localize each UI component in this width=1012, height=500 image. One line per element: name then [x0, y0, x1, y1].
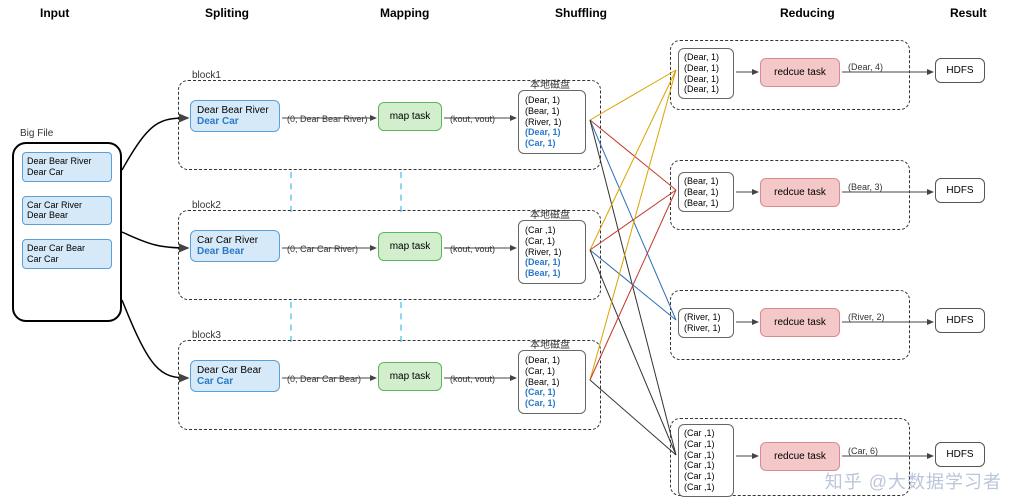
- bigfile-line-1: Car Car River Dear Bear: [22, 196, 112, 226]
- block1-disk-2: (River, 1): [525, 117, 579, 128]
- reducer1-in-0: (Dear, 1): [684, 52, 728, 63]
- reducer3-inputs: (River, 1) (River, 1): [678, 308, 734, 338]
- bigfile-title: Big File: [20, 128, 53, 139]
- block3-split-extra: Car Car: [197, 376, 273, 387]
- block3-disk-e0: (Car, 1): [525, 387, 579, 398]
- reducer4-in-3: (Car ,1): [684, 460, 728, 471]
- block1-disk-title: 本地磁盘: [530, 76, 570, 91]
- block1-disk-e1: (Car, 1): [525, 138, 579, 149]
- reducer4-hdfs: HDFS: [935, 442, 985, 467]
- block3-split-main: Dear Car Bear: [197, 365, 273, 376]
- block2-maptask: map task: [378, 232, 442, 261]
- reducer2-inputs: (Bear, 1) (Bear, 1) (Bear, 1): [678, 172, 734, 212]
- bigfile-line-0: Dear Bear River Dear Car: [22, 152, 112, 182]
- stage-result: Result: [950, 6, 987, 20]
- reducer3-in-0: (River, 1): [684, 312, 728, 323]
- block1-mapout: (kout, vout): [450, 114, 495, 124]
- reducer2-task: redcue task: [760, 178, 840, 207]
- block1-disk-1: (Bear, 1): [525, 106, 579, 117]
- reducer1-in-3: (Dear, 1): [684, 84, 728, 95]
- reducer2-in-1: (Bear, 1): [684, 187, 728, 198]
- block3-mapout: (kout, vout): [450, 374, 495, 384]
- block1-split-main: Dear Bear River: [197, 105, 273, 116]
- block3-disk-1: (Car, 1): [525, 366, 579, 377]
- stage-splitting: Spliting: [205, 6, 249, 20]
- block3-disk-0: (Dear, 1): [525, 355, 579, 366]
- block2-split-extra: Dear Bear: [197, 246, 273, 257]
- stage-reducing: Reducing: [780, 6, 835, 20]
- reducer4-in-0: (Car ,1): [684, 428, 728, 439]
- bigfile-box: Dear Bear River Dear Car Car Car River D…: [12, 142, 122, 322]
- reducer4-in-2: (Car ,1): [684, 450, 728, 461]
- stage-shuffling: Shuffling: [555, 6, 607, 20]
- block3-disk-e1: (Car, 1): [525, 398, 579, 409]
- reducer1-hdfs: HDFS: [935, 58, 985, 83]
- reducer1-in-2: (Dear, 1): [684, 74, 728, 85]
- block2-mapout: (kout, vout): [450, 244, 495, 254]
- reducer4-task: redcue task: [760, 442, 840, 471]
- block3-maptask: map task: [378, 362, 442, 391]
- block2-disk-e0: (Dear, 1): [525, 257, 579, 268]
- reducer1-task: redcue task: [760, 58, 840, 87]
- block2-split: Car Car River Dear Bear: [190, 230, 280, 262]
- reducer4-in-4: (Car ,1): [684, 471, 728, 482]
- reducer1-inputs: (Dear, 1) (Dear, 1) (Dear, 1) (Dear, 1): [678, 48, 734, 99]
- reducer2-in-0: (Bear, 1): [684, 176, 728, 187]
- block1-disk-e0: (Dear, 1): [525, 127, 579, 138]
- block3-split: Dear Car Bear Car Car: [190, 360, 280, 392]
- watermark: 知乎 @大数据学习者: [825, 468, 1002, 494]
- reducer4-in-1: (Car ,1): [684, 439, 728, 450]
- block1-disk: (Dear, 1) (Bear, 1) (River, 1) (Dear, 1)…: [518, 90, 586, 154]
- block1-split-extra: Dear Car: [197, 116, 273, 127]
- reducer3-in-1: (River, 1): [684, 323, 728, 334]
- block3-disk-title: 本地磁盘: [530, 336, 570, 351]
- reducer2-output: (Bear, 3): [848, 182, 883, 192]
- block3-disk-2: (Bear, 1): [525, 377, 579, 388]
- reducer1-output: (Dear, 4): [848, 62, 883, 72]
- reducer4-inputs: (Car ,1) (Car ,1) (Car ,1) (Car ,1) (Car…: [678, 424, 734, 497]
- reducer3-hdfs: HDFS: [935, 308, 985, 333]
- block2-disk-title: 本地磁盘: [530, 206, 570, 221]
- block2-disk: (Car ,1) (Car, 1) (River, 1) (Dear, 1) (…: [518, 220, 586, 284]
- block3-disk: (Dear, 1) (Car, 1) (Bear, 1) (Car, 1) (C…: [518, 350, 586, 414]
- block2-disk-e1: (Bear, 1): [525, 268, 579, 279]
- reducer4-output: (Car, 6): [848, 446, 878, 456]
- reducer3-output: (River, 2): [848, 312, 885, 322]
- block2-disk-0: (Car ,1): [525, 225, 579, 236]
- block2-mapin: (0, Car Car River): [287, 244, 358, 254]
- block2-split-main: Car Car River: [197, 235, 273, 246]
- reducer2-hdfs: HDFS: [935, 178, 985, 203]
- block2-disk-1: (Car, 1): [525, 236, 579, 247]
- block2-disk-2: (River, 1): [525, 247, 579, 258]
- stage-mapping: Mapping: [380, 6, 429, 20]
- block1-disk-0: (Dear, 1): [525, 95, 579, 106]
- stage-input: Input: [40, 6, 69, 20]
- block1-maptask: map task: [378, 102, 442, 131]
- bigfile-line-2: Dear Car Bear Car Car: [22, 239, 112, 269]
- block1-mapin: (0, Dear Bear River): [287, 114, 368, 124]
- reducer4-in-5: (Car ,1): [684, 482, 728, 493]
- block3-mapin: (0, Dear Car Bear): [287, 374, 361, 384]
- reducer3-task: redcue task: [760, 308, 840, 337]
- reducer1-in-1: (Dear, 1): [684, 63, 728, 74]
- reducer2-in-2: (Bear, 1): [684, 198, 728, 209]
- block1-split: Dear Bear River Dear Car: [190, 100, 280, 132]
